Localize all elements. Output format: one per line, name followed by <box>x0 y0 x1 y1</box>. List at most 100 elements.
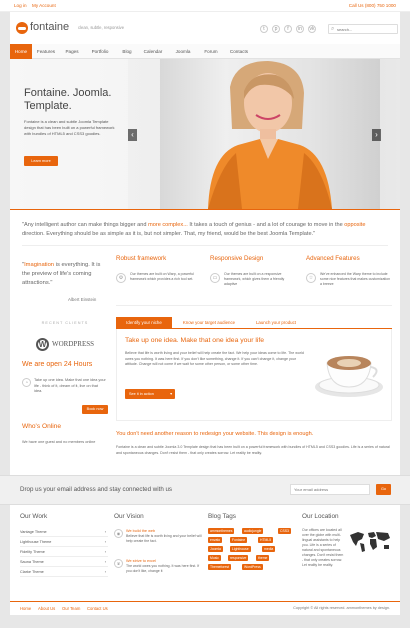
opposite-link[interactable]: opposite <box>344 222 365 228</box>
subscribe-go-button[interactable]: Go <box>376 484 391 495</box>
feature-title: Responsive Design <box>210 255 264 262</box>
nav-joomla[interactable]: Joomla <box>168 44 198 59</box>
tag[interactable]: WordPress <box>242 564 263 570</box>
phone-number: Call Us (800) 750 1000 <box>348 3 396 8</box>
quote-author: Albert Einstein <box>68 297 97 302</box>
footer-link-team[interactable]: Our Team <box>62 606 80 611</box>
vision-post-text: The world owes you nothing. It was here … <box>126 564 200 573</box>
tag[interactable]: Joomla <box>208 546 223 552</box>
feature-advanced: Advanced Features ☆ We've enhanced the W… <box>306 255 396 286</box>
nav-calendar[interactable]: Calendar <box>138 44 168 59</box>
nav-home[interactable]: Home <box>10 44 32 59</box>
more-complex-link[interactable]: more complex... <box>148 222 188 228</box>
nav-features[interactable]: Features <box>32 44 60 59</box>
our-location-title: Our Location <box>302 513 339 520</box>
whos-online-title: Who's Online <box>22 423 62 430</box>
tag[interactable]: media <box>262 546 276 552</box>
whos-online-text: We have one guest and no members online <box>22 440 96 444</box>
our-work-item[interactable]: Vantage Theme › <box>20 527 108 537</box>
tag[interactable]: ammonthemes <box>208 528 235 534</box>
gear-icon: ⚙ <box>116 273 126 283</box>
vision-post-title[interactable]: We strive to excel <box>126 559 156 563</box>
vision-post-text: Believe that life is worth living and yo… <box>126 534 202 543</box>
logo-icon[interactable] <box>16 22 28 34</box>
wordpress-logo[interactable]: W WORDPRESS <box>36 337 96 353</box>
vk-icon[interactable]: vk <box>308 25 316 33</box>
world-map-image <box>350 532 390 552</box>
tag[interactable]: responsive <box>228 555 249 561</box>
tag[interactable]: CSS3 <box>278 528 291 534</box>
clock-icon: ◔ <box>22 378 31 387</box>
our-work-section: Our Work Vantage Theme › Lighthouse Theme… <box>20 513 110 577</box>
blog-tags-title: Blog Tags <box>208 513 236 520</box>
tag[interactable]: audiojungle <box>242 528 264 534</box>
our-vision-section: Our Vision ◉ We build the web Believe th… <box>114 513 204 573</box>
brand-name[interactable]: fontaine <box>30 21 69 33</box>
blog-tags-section: Blog Tags ammonthemes audiojungle CSS3 e… <box>208 513 302 599</box>
feature-text: We've enhanced the Warp theme to include… <box>320 272 391 286</box>
trophy-icon: ♛ <box>114 559 123 568</box>
search-icon: ⌕ <box>331 26 335 32</box>
hero-title: Fontaine. Joomla. Template. <box>24 87 112 112</box>
tag[interactable]: Lighthouse <box>230 546 251 552</box>
nav-blog[interactable]: Blog <box>116 44 138 59</box>
our-work-item[interactable]: Lighthouse Theme › <box>20 537 108 547</box>
tag[interactable]: Themeforest <box>208 564 232 570</box>
open-24-title: We are open 24 Hours <box>22 361 93 368</box>
our-vision-title: Our Vision <box>114 513 144 520</box>
subscribe-bar: Drop us your email address and stay conn… <box>0 475 410 505</box>
nav-portfolio[interactable]: Portfolio <box>84 44 116 59</box>
brand-tagline: clean, subtle, responsive <box>78 25 125 30</box>
imagination-highlight: Imagination <box>24 262 55 268</box>
copyright-text: Copyright © All rights reserved. ammonth… <box>293 606 390 610</box>
facebook-icon[interactable]: f <box>284 25 292 33</box>
main-nav: Home Features Pages Portfolio Blog Calen… <box>10 44 400 59</box>
footer-link-about[interactable]: About Us <box>38 606 55 611</box>
linkedin-icon[interactable]: in <box>296 25 304 33</box>
hero-woman-image <box>208 61 332 209</box>
login-link[interactable]: Log in <box>14 0 27 12</box>
callout-title: You don't need another reason to redesig… <box>116 431 314 437</box>
monitor-icon: ▭ <box>210 273 220 283</box>
our-location-section: Our Location Our offices are located all… <box>302 513 394 567</box>
tag[interactable]: theme <box>256 555 270 561</box>
our-work-list: Vantage Theme › Lighthouse Theme › Fidelit… <box>20 527 108 603</box>
our-location-text: Our offices are located all over the glo… <box>302 528 344 567</box>
footer-link-contact[interactable]: Contact Us <box>87 606 108 611</box>
search-box[interactable]: ⌕ <box>328 24 398 34</box>
tab-bar: Identify your niche Know your target aud… <box>116 317 392 329</box>
tag[interactable]: Fontaine <box>230 537 248 543</box>
tab-launch-product[interactable]: Launch your product <box>246 317 306 329</box>
tab-target-audience[interactable]: Know your target audience <box>174 317 244 329</box>
hero-slider: Fontaine. Joomla. Template. Fontaine is … <box>10 59 400 209</box>
slider-next-button[interactable]: › <box>372 129 381 141</box>
learn-more-button[interactable]: Learn more <box>24 156 58 166</box>
feature-text: Our themes are built on Warp, a powerful… <box>130 272 194 281</box>
nav-pages[interactable]: Pages <box>60 44 84 59</box>
book-now-button[interactable]: Book now <box>82 405 108 414</box>
search-input[interactable] <box>337 25 395 33</box>
twitter-icon[interactable]: t <box>260 25 268 33</box>
coffee-cup-image <box>315 356 383 397</box>
my-account-link[interactable]: My Account <box>32 0 56 12</box>
pinterest-icon[interactable]: p <box>272 25 280 33</box>
our-work-item[interactable]: Clarke Theme › <box>20 567 108 577</box>
tab-panel-title: Take up one idea. Make that one idea you… <box>125 337 265 344</box>
nav-contacts[interactable]: Contacts <box>224 44 254 59</box>
tab-identify-niche[interactable]: Identify your niche <box>116 317 172 329</box>
recent-clients-label: RECENT CLIENTS <box>41 321 89 325</box>
tag[interactable]: HTML5 <box>258 537 274 543</box>
subscribe-text: Drop us your email address and stay conn… <box>20 486 173 493</box>
subscribe-email-input[interactable] <box>290 484 370 495</box>
footer-link-home[interactable]: Home <box>20 606 31 611</box>
tag[interactable]: envato <box>208 537 223 543</box>
vision-post-title[interactable]: We build the web <box>126 529 155 533</box>
tag[interactable]: Music <box>208 555 221 561</box>
see-it-in-action-button[interactable]: See it in action ▾ <box>125 389 175 399</box>
top-bar: Log in My Account Call Us (800) 750 1000 <box>0 0 410 12</box>
our-work-item[interactable]: Sauna Theme › <box>20 557 108 567</box>
nav-forum[interactable]: Forum <box>198 44 224 59</box>
feature-responsive: Responsive Design ▭ Our themes are built… <box>210 255 300 286</box>
slider-prev-button[interactable]: ‹ <box>128 129 137 141</box>
our-work-item[interactable]: Fidelity Theme › <box>20 547 108 557</box>
